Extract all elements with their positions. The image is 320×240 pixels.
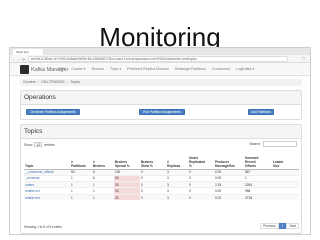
nav-item-cluster[interactable]: Cluster ▾ — [71, 67, 85, 71]
topics-panel: Topics Show 10 entries Search: Topic # Pa… — [20, 124, 302, 234]
showing-info: Showing 1 to 5 of 5 entries — [24, 225, 62, 229]
page-size-select[interactable]: 10 — [34, 142, 43, 147]
nav-item-consumers[interactable]: Consumers — [212, 67, 230, 71]
nav-arrows-icon[interactable]: ‹ › ⟳ — [13, 57, 26, 62]
browser-tabbar: Topic List — [10, 48, 310, 55]
nav-cluster-badge[interactable]: DEV — [58, 67, 65, 71]
cell-brokers-spread: 33 — [114, 193, 140, 201]
app-navbar: Kafka Manager DEV Cluster ▾ Brokers Topi… — [10, 63, 310, 76]
col-brokers-spread[interactable]: Brokers Spread % — [114, 150, 140, 170]
breadcrumb-topics: Topics — [70, 80, 80, 84]
page-size-control: Show 10 entries — [24, 142, 55, 147]
cell-under-replicated: 0 — [188, 193, 214, 201]
pagination: Previous 1 Next — [260, 223, 299, 229]
col-topic[interactable]: Topic — [24, 150, 70, 170]
col-summed-offsets[interactable]: Summed Recent Offsets — [244, 150, 272, 170]
browser-window: Topic List ‹ › ⟳ web0414.fillme.2e7:9491… — [9, 47, 311, 235]
nav-item-brokers[interactable]: Brokers — [92, 67, 104, 71]
breadcrumb-clusters[interactable]: Clusters — [23, 80, 35, 84]
show-label: Show — [24, 143, 33, 147]
operations-title: Operations — [21, 91, 301, 105]
nav-item-reassign[interactable]: Reassign Partitions — [175, 67, 206, 71]
url-field[interactable]: web0414.fillme.2e7:9491:6a5a6e9b95b:f0c:… — [28, 56, 288, 62]
col-producer-rate[interactable]: Producer Message/Sec — [214, 150, 244, 170]
search-label: Search: — [249, 142, 261, 146]
bookmark-star-icon[interactable]: ☆ — [302, 56, 306, 62]
nav-links: DEV Cluster ▾ Brokers Topic ▾ Preferred … — [58, 67, 254, 71]
pager-previous[interactable]: Previous — [260, 223, 279, 229]
cell-partitions: 1 — [70, 193, 92, 201]
topics-title: Topics — [21, 125, 301, 139]
cell-topic[interactable]: retailer.evt — [24, 193, 70, 201]
pager-next[interactable]: Next — [286, 223, 299, 229]
generate-assignments-button[interactable]: Generate Partition Assignments — [26, 109, 80, 115]
add-partitions-button[interactable]: Add Partitions — [248, 109, 274, 115]
cell-producer-rate: 0.02 — [214, 193, 244, 201]
col-partitions[interactable]: # Partitions — [70, 150, 92, 170]
nav-item-preferred-replica[interactable]: Preferred Replica Election — [127, 67, 169, 71]
nav-item-topic[interactable]: Topic ▾ — [110, 67, 121, 71]
nav-item-logkafka[interactable]: LogKafka ▾ — [236, 67, 254, 71]
col-brokers[interactable]: # Brokers — [92, 150, 114, 170]
breadcrumb-cluster[interactable]: DEV-TRADING — [41, 80, 64, 84]
entries-label: entries — [44, 143, 55, 147]
cell-replicas: 3 — [166, 193, 188, 201]
col-leader-size[interactable]: Leader Size — [272, 150, 299, 170]
run-assignments-button[interactable]: Run Partition Assignments — [139, 109, 185, 115]
table-header-row: Topic # Partitions # Brokers Brokers Spread… — [24, 150, 299, 170]
pager-page-1[interactable]: 1 — [278, 223, 287, 229]
kafka-logo-icon — [20, 65, 29, 74]
col-under-replicated[interactable]: Under Replicated% — [188, 150, 214, 170]
operations-panel: Operations Generate Partition Assignment… — [20, 90, 302, 120]
cell-brokers-skew: 0 — [140, 193, 166, 201]
cell-brokers: 1 — [92, 193, 114, 201]
breadcrumb: Clusters / DEV-TRADING / Topics — [20, 79, 302, 86]
topics-table: Topic # Partitions # Brokers Brokers Spread… — [24, 150, 299, 201]
cell-leader-size — [272, 193, 299, 201]
table-row: retailer.evt 1 1 33 0 3 0 0.02 3718 — [24, 193, 299, 201]
address-bar: ‹ › ⟳ web0414.fillme.2e7:9491:6a5a6e9b95… — [10, 55, 310, 63]
cell-summed-offsets: 3718 — [244, 193, 272, 201]
search-input[interactable] — [263, 141, 297, 147]
col-replicas[interactable]: # Replicas — [166, 150, 188, 170]
col-brokers-skew[interactable]: Brokers Skew % — [140, 150, 166, 170]
